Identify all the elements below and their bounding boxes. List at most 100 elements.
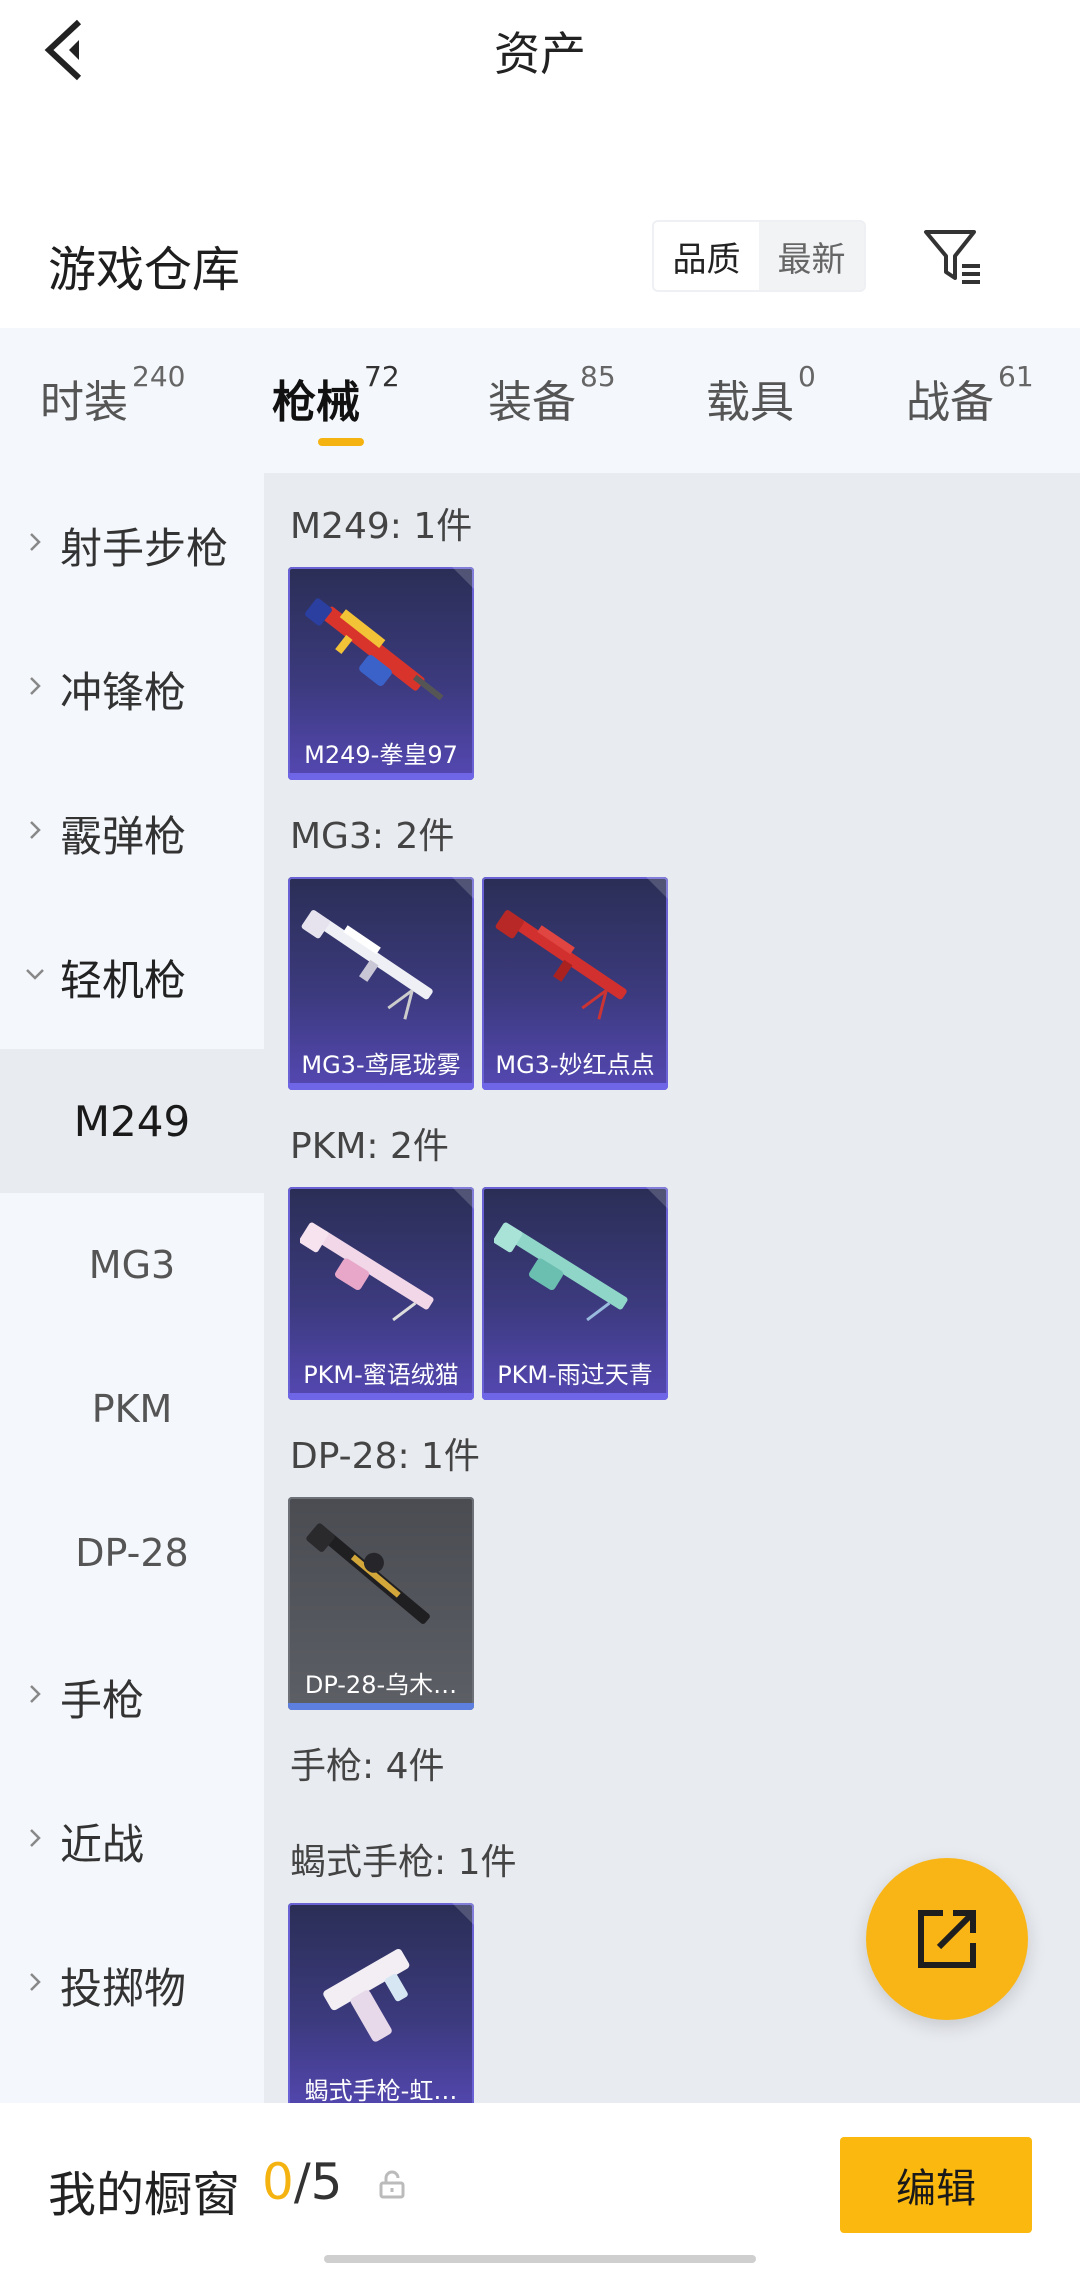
tab-count: 61	[998, 360, 1034, 393]
tab-label: 时装	[40, 377, 128, 428]
tab-label: 枪械	[272, 377, 360, 428]
item-card[interactable]: PKM-蜜语绒猫	[288, 1187, 474, 1400]
item-name: DP-28-乌木…	[304, 1671, 458, 1699]
card-corner	[452, 1187, 474, 1209]
item-name: 蝎式手枪-虹…	[304, 2077, 458, 2103]
item-name: PKM-蜜语绒猫	[303, 1361, 459, 1389]
sidebar-item-label: 手枪	[60, 1675, 145, 1725]
showcase-bar: 我的橱窗 0/5 编辑	[0, 2103, 1080, 2269]
sidebar-item-lmg[interactable]: 轻机枪	[0, 905, 264, 1049]
item-name: MG3-鸢尾珑雾	[301, 1051, 461, 1079]
rarity-bar	[482, 1393, 668, 1400]
rarity-bar	[288, 1703, 474, 1710]
page-title: 资产	[494, 27, 586, 81]
chevron-right-icon	[30, 1829, 41, 1847]
tab-vehicles[interactable]: 载具0	[706, 360, 816, 430]
tab-label: 装备	[488, 377, 576, 428]
sort-quality-option[interactable]: 品质	[654, 222, 759, 290]
warehouse-title: 游戏仓库	[48, 242, 241, 298]
tab-count: 72	[364, 360, 400, 393]
sidebar-item-smg[interactable]: 冲锋枪	[0, 617, 264, 761]
card-corner	[646, 877, 668, 899]
tab-firearms[interactable]: 枪械72	[272, 360, 400, 430]
item-card[interactable]: 蝎式手枪-虹…	[288, 1903, 474, 2103]
share-icon	[918, 1910, 976, 1968]
group-title: DP-28: 1件	[290, 1436, 480, 1477]
sidebar-item-label: 近战	[60, 1819, 145, 1869]
lock-icon	[379, 2170, 405, 2199]
rarity-bar	[482, 1083, 668, 1090]
sidebar-item-label: 霰弹枪	[60, 811, 187, 861]
item-card[interactable]: MG3-妙红点点	[482, 877, 668, 1090]
sidebar-subitem-m249[interactable]: M249	[0, 1049, 264, 1193]
group-title: PKM: 2件	[290, 1126, 449, 1167]
asset-page: 资产 游戏仓库 品质 最新 时装240 枪械72 装备85 载具0 战备61 射…	[0, 0, 1080, 2269]
sidebar-item-pistol[interactable]: 手枪	[0, 1625, 264, 1769]
item-name: MG3-妙红点点	[495, 1051, 655, 1079]
warehouse-header: 游戏仓库 品质 最新	[0, 200, 1080, 315]
share-button[interactable]	[866, 1858, 1028, 2020]
tab-equipment[interactable]: 装备85	[488, 360, 616, 430]
card-corner	[646, 1187, 668, 1209]
item-card[interactable]: M249-拳皇97	[288, 567, 474, 780]
category-tabs: 时装240 枪械72 装备85 载具0 战备61	[0, 328, 1080, 473]
sidebar-item-label: 轻机枪	[60, 955, 187, 1005]
tab-label: 载具	[706, 377, 794, 428]
item-name: M249-拳皇97	[304, 741, 458, 769]
top-bar: 资产	[0, 0, 1080, 100]
chevron-right-icon	[30, 821, 41, 839]
lmg-red-icon	[305, 598, 444, 701]
chevron-right-icon	[30, 1685, 41, 1703]
chevron-down-icon	[26, 969, 44, 980]
sidebar-item-label: 投掷物	[60, 1963, 187, 2013]
sidebar-subitem-dp28[interactable]: DP-28	[0, 1481, 264, 1625]
showcase-used: 0	[262, 2153, 294, 2211]
tab-count: 85	[580, 360, 616, 393]
filter-button[interactable]	[918, 222, 988, 292]
item-card[interactable]: MG3-鸢尾珑雾	[288, 877, 474, 1090]
group-title: MG3: 2件	[290, 816, 455, 857]
group-title: M249: 1件	[290, 506, 473, 547]
chevron-right-icon	[30, 533, 41, 551]
group-title: 蝎式手枪: 1件	[290, 1842, 517, 1883]
lmg-black-gold-icon	[306, 1523, 430, 1624]
sidebar-item-melee[interactable]: 近战	[0, 1769, 264, 1913]
lmg-teal-icon	[494, 1222, 628, 1322]
lmg-pink-icon	[300, 1222, 434, 1322]
card-corner	[452, 1903, 474, 1925]
filter-icon	[924, 230, 980, 284]
item-card[interactable]: DP-28-乌木…	[288, 1497, 474, 1710]
lmg-white-icon	[301, 910, 433, 1020]
sidebar-item-throwable[interactable]: 投掷物	[0, 1913, 264, 2057]
showcase-separator: /	[293, 2153, 311, 2211]
card-corner	[452, 567, 474, 589]
item-card[interactable]: PKM-雨过天青	[482, 1187, 668, 1400]
tab-gear[interactable]: 战备61	[906, 360, 1034, 430]
sort-newest-option[interactable]: 最新	[759, 222, 864, 290]
tab-fashion[interactable]: 时装240	[40, 360, 185, 430]
showcase-total: 5	[310, 2153, 343, 2211]
card-corner	[452, 877, 474, 899]
sidebar-item-label: 冲锋枪	[60, 667, 187, 717]
rarity-bar	[288, 773, 474, 780]
tab-count: 240	[132, 360, 186, 393]
rarity-bar	[288, 1393, 474, 1400]
sidebar-subitem-pkm[interactable]: PKM	[0, 1337, 264, 1481]
edit-button[interactable]: 编辑	[840, 2137, 1032, 2233]
sort-toggle: 品质 最新	[652, 220, 866, 292]
sidebar-subitem-mg3[interactable]: MG3	[0, 1193, 264, 1337]
active-tab-indicator	[318, 438, 364, 446]
tab-count: 0	[798, 360, 816, 393]
pistol-white-icon	[323, 1948, 410, 2042]
home-indicator	[324, 2255, 756, 2263]
sidebar-item-label: 射手步枪	[60, 523, 229, 573]
tab-label: 战备	[906, 377, 994, 428]
weapon-type-sidebar: 射手步枪 冲锋枪 霰弹枪 轻机枪 M249 MG3 PKM DP-28 手枪 近…	[0, 473, 264, 2103]
rarity-bar	[288, 1083, 474, 1090]
sidebar-item-marksman-rifle[interactable]: 射手步枪	[0, 473, 264, 617]
sidebar-item-shotgun[interactable]: 霰弹枪	[0, 761, 264, 905]
showcase-label: 我的橱窗	[48, 2167, 241, 2223]
chevron-right-icon	[30, 677, 41, 695]
lmg-red-icon	[495, 910, 627, 1020]
item-name: PKM-雨过天青	[497, 1361, 653, 1389]
